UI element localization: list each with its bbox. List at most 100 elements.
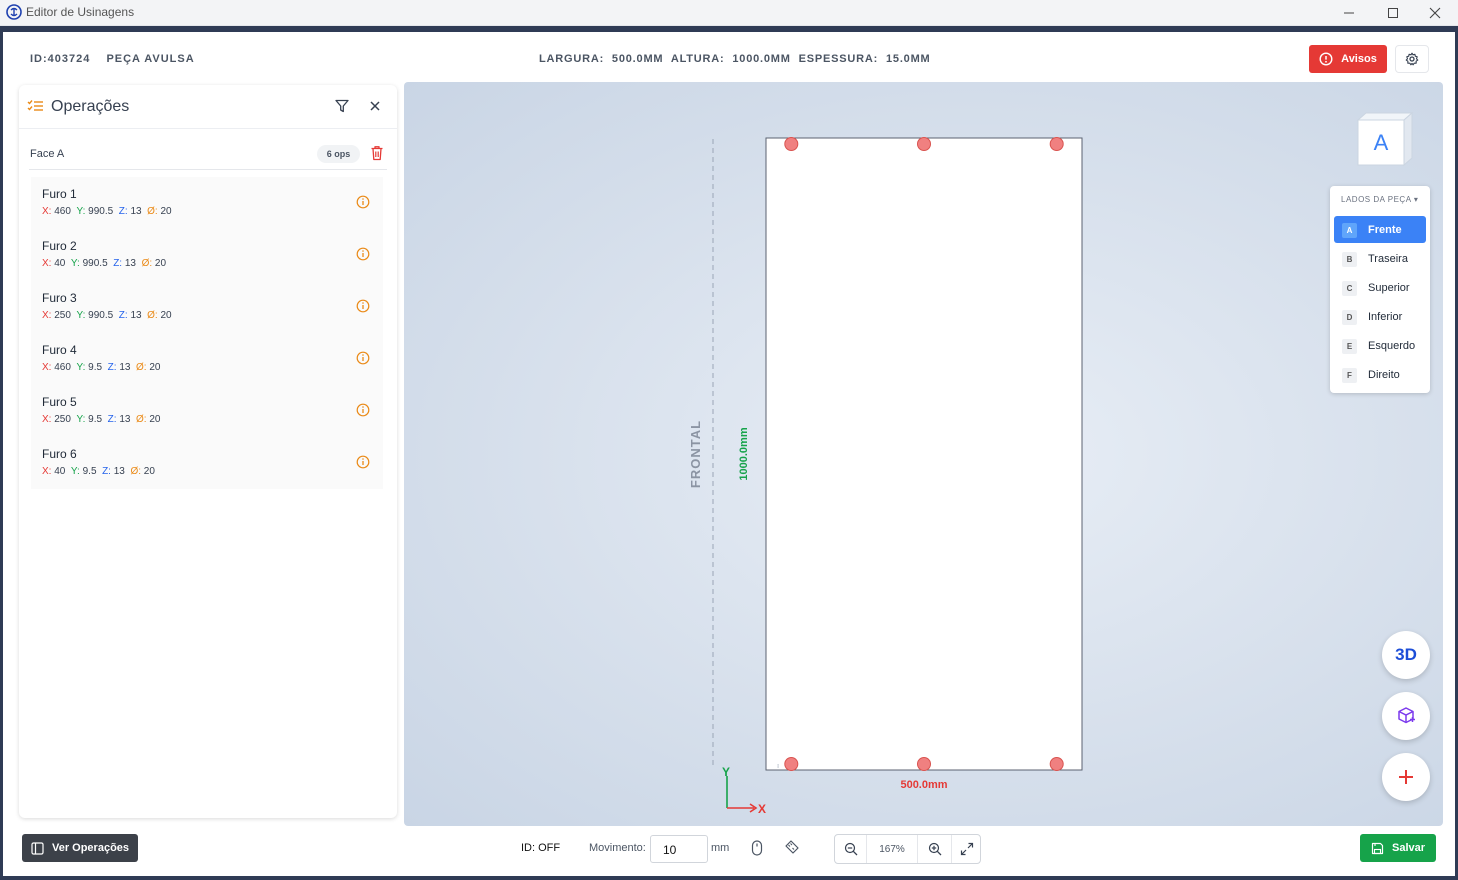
add-part-button[interactable] (1382, 692, 1430, 740)
window-title: Editor de Usinagens (26, 5, 135, 19)
movimento-label: Movimento: (589, 842, 646, 854)
sides-title: LADOS DA PEÇA ▾ (1341, 195, 1419, 204)
side-item-traseira[interactable]: B Traseira (1334, 245, 1426, 272)
operation-coords: X: 250 Y: 9.5 Z: 13 Ø: 20 (42, 414, 161, 425)
operation-name: Furo 4 (42, 343, 77, 357)
frontal-label: FRONTAL (688, 420, 703, 488)
height-dimension-label: 1000.0mm (738, 427, 750, 480)
operation-item[interactable]: Furo 6 X: 40 Y: 9.5 Z: 13 Ø: 20 (31, 437, 383, 489)
ver-operacoes-button[interactable]: Ver Operações (22, 834, 138, 862)
operations-list: Furo 1 X: 460 Y: 990.5 Z: 13 Ø: 20 Furo 2 X… (31, 177, 383, 489)
zoom-level: 167% (879, 843, 905, 855)
expand-icon (960, 842, 973, 856)
side-item-inferior[interactable]: D Inferior (1334, 303, 1426, 330)
zoom-in-icon (928, 842, 941, 856)
cube-face-label: A (1374, 130, 1389, 155)
side-name: Inferior (1368, 311, 1403, 323)
box-add-icon (1398, 707, 1415, 724)
side-letter: C (1342, 281, 1357, 296)
espessura-value: 15.0MM (885, 53, 931, 65)
side-letter: A (1342, 223, 1357, 238)
operation-name: Furo 3 (42, 291, 77, 305)
ops-count-badge: 6 ops (317, 145, 360, 163)
piece-type: PEÇA AVULSA (106, 53, 195, 65)
add-operation-button[interactable] (1382, 753, 1430, 801)
filter-icon[interactable] (335, 99, 349, 113)
side-name: Esquerdo (1368, 340, 1416, 352)
side-letter: D (1342, 310, 1357, 325)
origin-marker: ▫▫ (776, 764, 782, 768)
info-icon[interactable] (356, 195, 370, 209)
movimento-unit: mm (711, 842, 730, 854)
view-3d-button[interactable]: 3D (1382, 631, 1430, 679)
avisos-label: Avisos (1341, 53, 1377, 65)
trash-icon[interactable] (370, 145, 384, 161)
info-icon[interactable] (356, 455, 370, 469)
operation-name: Furo 6 (42, 447, 77, 461)
salvar-button[interactable]: Salvar (1360, 834, 1436, 862)
view-3d-label: 3D (1395, 645, 1417, 664)
checklist-icon (27, 100, 43, 111)
id-toggle[interactable]: ID: OFF (521, 842, 560, 854)
close-icon (1429, 7, 1441, 19)
side-letter: B (1342, 252, 1357, 267)
minimize-button[interactable] (1326, 0, 1372, 26)
side-item-frente[interactable]: A Frente (1334, 216, 1426, 243)
hole-marker[interactable] (1049, 757, 1064, 771)
operations-header: Operações (19, 85, 397, 129)
operation-coords: X: 460 Y: 990.5 Z: 13 Ø: 20 (42, 206, 172, 217)
face-group-row[interactable]: Face A 6 ops (19, 141, 397, 171)
side-item-superior[interactable]: C Superior (1334, 274, 1426, 301)
espessura-label: ESPESSURA: (798, 53, 879, 65)
side-name: Frente (1368, 224, 1402, 236)
ruler-icon[interactable] (783, 840, 799, 856)
operation-item[interactable]: Furo 1 X: 460 Y: 990.5 Z: 13 Ø: 20 (31, 177, 383, 229)
info-icon[interactable] (356, 351, 370, 365)
zoom-out-button[interactable] (835, 835, 867, 863)
window-frame-bottom (0, 876, 1458, 880)
mouse-icon[interactable] (750, 840, 764, 856)
operation-item[interactable]: Furo 4 X: 460 Y: 9.5 Z: 13 Ø: 20 (31, 333, 383, 385)
side-letter: F (1342, 368, 1357, 383)
window-frame (0, 26, 1458, 32)
divider (29, 169, 387, 170)
window-titlebar: Editor de Usinagens (0, 0, 1458, 26)
piece-rectangle[interactable] (765, 137, 1083, 771)
movimento-input[interactable]: 10 (650, 835, 708, 863)
operation-item[interactable]: Furo 2 X: 40 Y: 990.5 Z: 13 Ø: 20 (31, 229, 383, 281)
altura-value: 1000.0MM (732, 53, 791, 65)
operation-item[interactable]: Furo 3 X: 250 Y: 990.5 Z: 13 Ø: 20 (31, 281, 383, 333)
x-axis-label: X (758, 802, 766, 816)
fullscreen-button[interactable] (951, 835, 981, 863)
hole-marker[interactable] (917, 137, 931, 151)
salvar-label: Salvar (1391, 842, 1426, 854)
side-item-esquerdo[interactable]: E Esquerdo (1334, 332, 1426, 359)
drawing-canvas[interactable]: FRONTAL 1000.0mm 500.0mm ▫▫ Y X A LADOS … (404, 82, 1443, 826)
side-item-direito[interactable]: F Direito (1334, 361, 1426, 388)
avisos-button[interactable]: Avisos (1309, 45, 1387, 73)
alert-icon (1319, 52, 1333, 66)
save-icon (1371, 842, 1384, 854)
hole-marker[interactable] (784, 757, 799, 771)
info-icon[interactable] (356, 299, 370, 313)
zoom-controls: 167% (834, 834, 981, 864)
zoom-in-button[interactable] (917, 835, 951, 863)
close-window-button[interactable] (1412, 0, 1458, 26)
maximize-icon (1388, 8, 1398, 18)
piece-drawing[interactable]: FRONTAL 1000.0mm 500.0mm ▫▫ Y X (404, 82, 1443, 826)
info-icon[interactable] (356, 403, 370, 417)
settings-button[interactable] (1395, 45, 1429, 73)
operation-name: Furo 5 (42, 395, 77, 409)
hole-marker[interactable] (917, 757, 931, 771)
side-name: Traseira (1368, 253, 1408, 265)
maximize-button[interactable] (1370, 0, 1416, 26)
hole-marker[interactable] (784, 137, 799, 151)
face-label: Face A (30, 148, 65, 160)
close-panel-icon[interactable] (368, 99, 382, 113)
hole-marker[interactable] (1049, 137, 1064, 151)
operation-name: Furo 2 (42, 239, 77, 253)
operation-item[interactable]: Furo 5 X: 250 Y: 9.5 Z: 13 Ø: 20 (31, 385, 383, 437)
view-cube[interactable]: A (1354, 110, 1416, 168)
operation-coords: X: 40 Y: 990.5 Z: 13 Ø: 20 (42, 258, 167, 269)
info-icon[interactable] (356, 247, 370, 261)
